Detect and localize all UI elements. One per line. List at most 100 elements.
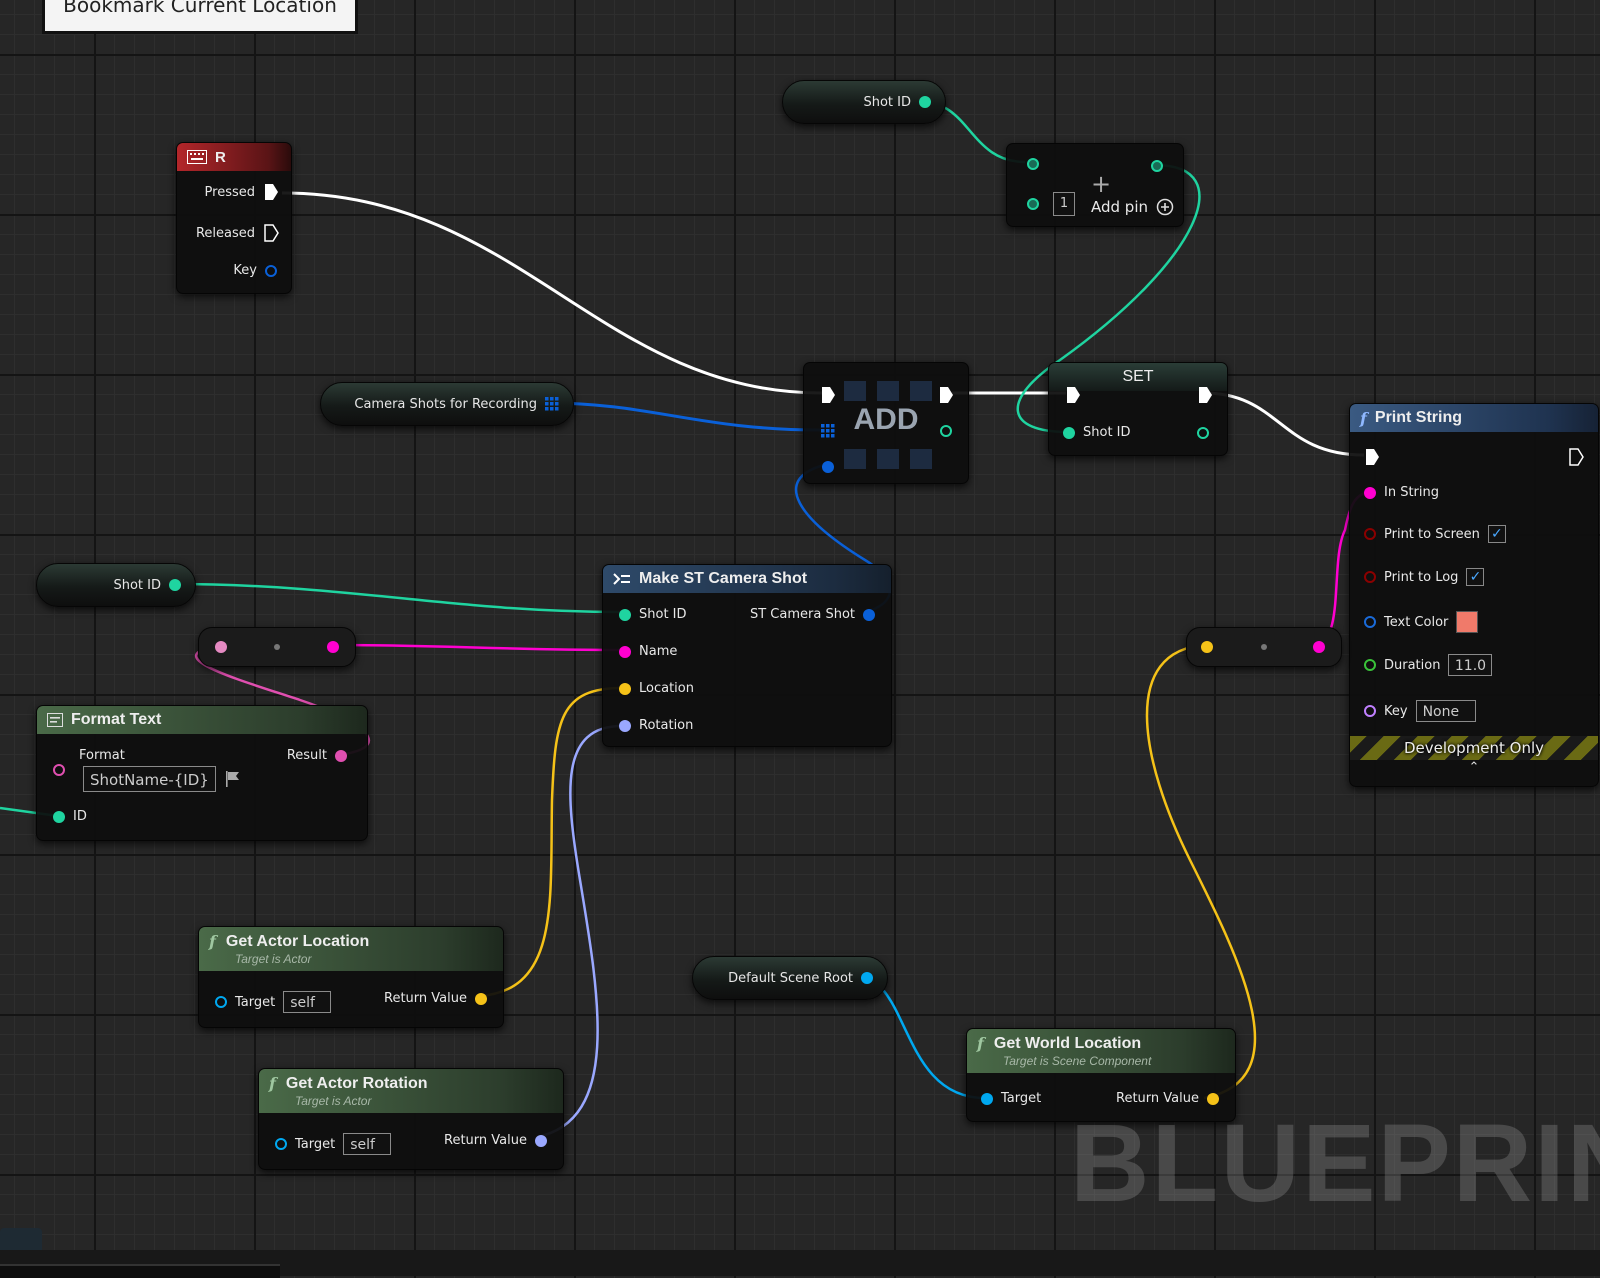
add-exec-out-pin[interactable]: [938, 386, 954, 404]
print-string-header[interactable]: f Print String: [1350, 404, 1598, 432]
print-exec-out-pin[interactable]: [1568, 448, 1584, 466]
format-text-node[interactable]: Format Text Format ShotName-{ID} Result …: [36, 705, 368, 841]
released-exec-pin[interactable]: [263, 224, 279, 242]
duration-field[interactable]: 11.0: [1448, 654, 1493, 676]
get-actor-rotation-header[interactable]: f Get Actor Rotation Target is Actor: [259, 1069, 563, 1113]
set-shot-id-out-pin[interactable]: [1197, 427, 1209, 439]
key-name-pin[interactable]: [1364, 705, 1376, 717]
increment-output-pin[interactable]: [1151, 160, 1163, 172]
localization-flag-icon[interactable]: [224, 770, 242, 788]
make-camera-shot-node[interactable]: Make ST Camera Shot Shot ID ST Camera Sh…: [602, 564, 892, 747]
print-to-log-checkbox[interactable]: ✓: [1466, 568, 1485, 586]
actor-location-return-pin[interactable]: [475, 992, 487, 1005]
event-r-node[interactable]: R Pressed Released Key: [176, 142, 292, 294]
key-field[interactable]: None: [1415, 700, 1476, 722]
in-string-label: In String: [1384, 485, 1440, 500]
shot-id-left-pin[interactable]: [169, 579, 181, 591]
shot-id-getter-left[interactable]: Shot ID: [36, 563, 196, 607]
set-exec-out-pin[interactable]: [1197, 386, 1213, 404]
add-pin-label[interactable]: Add pin: [1091, 198, 1148, 216]
make-shot-id-label: Shot ID: [639, 607, 687, 622]
make-shot-id-pin[interactable]: [619, 608, 631, 621]
add-item-in-pin[interactable]: [822, 461, 834, 473]
increment-input-a-pin[interactable]: [1027, 158, 1039, 170]
format-text-icon: [47, 713, 63, 727]
camera-shots-getter[interactable]: Camera Shots for Recording: [320, 382, 574, 426]
event-r-header[interactable]: R: [177, 143, 291, 171]
print-exec-in-pin[interactable]: [1364, 448, 1380, 466]
bottom-left-tab[interactable]: [0, 1228, 42, 1250]
set-exec-in-pin[interactable]: [1065, 386, 1081, 404]
format-text-header[interactable]: Format Text: [37, 706, 367, 734]
default-scene-root-getter[interactable]: Default Scene Root: [692, 956, 888, 1000]
reroute-text-in-pin[interactable]: [215, 641, 227, 653]
get-actor-location-header[interactable]: f Get Actor Location Target is Actor: [199, 927, 503, 971]
add-index-out-pin[interactable]: [940, 425, 952, 437]
actor-rotation-target-pin[interactable]: [275, 1138, 287, 1150]
get-world-location-subtitle: Target is Scene Component: [1003, 1054, 1152, 1068]
make-name-pin[interactable]: [619, 645, 631, 658]
int-wire-shotid-to-make: [171, 582, 623, 614]
comment-box[interactable]: Bookmark Current Location: [42, 0, 358, 34]
text-wire-reroute-to-name: [329, 643, 623, 652]
print-to-screen-pin[interactable]: [1364, 528, 1376, 540]
make-rotation-pin[interactable]: [619, 719, 631, 732]
get-world-location-header[interactable]: f Get World Location Target is Scene Com…: [967, 1029, 1235, 1073]
reroute-text-out-pin[interactable]: [327, 641, 339, 653]
increment-value-field[interactable]: 1: [1053, 192, 1075, 216]
shot-id-top-pin[interactable]: [919, 96, 931, 108]
reroute-node-vector[interactable]: [1186, 627, 1342, 667]
make-camera-shot-header[interactable]: Make ST Camera Shot: [603, 565, 891, 593]
array-grid-icon[interactable]: [545, 397, 559, 411]
make-output-struct-pin[interactable]: [863, 608, 875, 621]
print-to-log-label: Print to Log: [1384, 569, 1459, 585]
print-string-title: Print String: [1374, 409, 1462, 426]
world-location-target-pin[interactable]: [981, 1092, 993, 1105]
format-id-pin[interactable]: [53, 810, 65, 823]
shot-id-top-label: Shot ID: [863, 94, 911, 110]
default-scene-root-pin[interactable]: [861, 972, 873, 984]
increment-node[interactable]: 1 + Add pin: [1006, 143, 1184, 227]
key-struct-pin[interactable]: [265, 264, 277, 277]
set-shot-id-node[interactable]: SET Shot ID: [1048, 362, 1228, 456]
result-label: Result: [286, 748, 327, 763]
pressed-exec-pin[interactable]: [263, 183, 279, 201]
format-label: Format: [79, 748, 125, 763]
in-string-pin[interactable]: [1364, 486, 1376, 499]
array-add-node[interactable]: ADD: [803, 362, 969, 484]
reroute-node-text[interactable]: [198, 627, 356, 667]
format-in-pin[interactable]: [53, 764, 65, 776]
add-array-in-pin[interactable]: [821, 424, 835, 438]
actor-location-target-pin[interactable]: [215, 996, 227, 1008]
duration-pin[interactable]: [1364, 659, 1376, 671]
make-location-label: Location: [639, 681, 694, 696]
text-color-swatch[interactable]: [1456, 611, 1479, 633]
format-value-field[interactable]: ShotName-{ID}: [83, 766, 216, 792]
text-color-label: Text Color: [1384, 614, 1449, 630]
get-actor-location-node[interactable]: f Get Actor Location Target is Actor Tar…: [198, 926, 504, 1028]
actor-rotation-return-label: Return Value: [444, 1133, 527, 1148]
make-location-pin[interactable]: [619, 682, 631, 695]
get-world-location-title: Get World Location: [993, 1034, 1142, 1052]
exec-wire-pressed-to-add: [281, 191, 823, 395]
actor-rotation-return-pin[interactable]: [535, 1134, 547, 1147]
set-shot-id-in-pin[interactable]: [1063, 426, 1075, 439]
increment-input-b-pin[interactable]: [1027, 198, 1039, 210]
print-string-node[interactable]: f Print String In String Print to Screen…: [1349, 403, 1599, 787]
reroute-text-center-dot: [274, 644, 280, 650]
reroute-vector-in-pin[interactable]: [1201, 641, 1213, 653]
add-exec-in-pin[interactable]: [820, 386, 836, 404]
actor-location-target-field[interactable]: self: [283, 991, 332, 1013]
actor-rotation-target-field[interactable]: self: [343, 1133, 392, 1155]
text-color-pin[interactable]: [1364, 616, 1376, 628]
reroute-vector-out-pin[interactable]: [1313, 641, 1325, 653]
shot-id-getter-top[interactable]: Shot ID: [782, 80, 946, 124]
print-to-screen-checkbox[interactable]: ✓: [1487, 525, 1506, 543]
make-output-label: ST Camera Shot: [749, 607, 855, 622]
shot-id-left-label: Shot ID: [113, 577, 161, 593]
add-pin-icon[interactable]: [1156, 198, 1174, 216]
result-text-pin[interactable]: [335, 749, 347, 762]
collapse-chevron-icon[interactable]: ⌃: [1350, 760, 1598, 775]
get-actor-rotation-node[interactable]: f Get Actor Rotation Target is Actor Tar…: [258, 1068, 564, 1170]
print-to-log-pin[interactable]: [1364, 571, 1376, 583]
